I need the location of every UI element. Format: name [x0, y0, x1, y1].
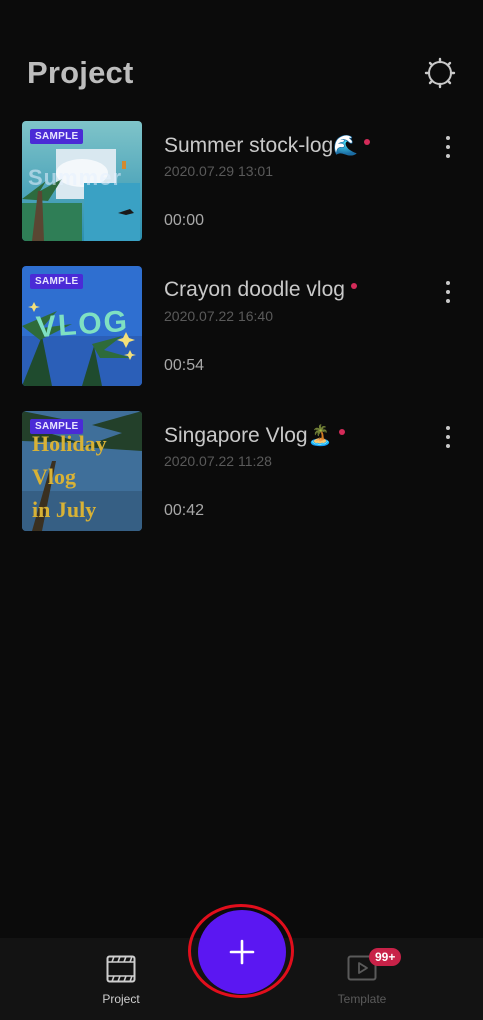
project-item[interactable]: SAMPLE Summer Summer stock-log🌊 2020.07.… [0, 121, 483, 243]
more-options-button[interactable] [436, 278, 460, 306]
project-title: Crayon doodle vlog [164, 278, 357, 302]
sample-badge: SAMPLE [30, 274, 84, 289]
project-thumbnail[interactable]: SAMPLE VLOG [22, 266, 142, 386]
nav-tab-project[interactable]: Project [81, 955, 161, 1006]
unread-dot [350, 283, 357, 290]
template-count-badge: 99+ [369, 948, 402, 966]
project-thumbnail[interactable]: SAMPLE Summer [22, 121, 142, 241]
project-duration: 00:42 [164, 502, 205, 519]
more-vertical-icon [446, 426, 450, 430]
project-name: Summer stock-log [164, 134, 334, 157]
project-thumbnail[interactable]: SAMPLE Holiday Vlog in July [22, 411, 142, 531]
project-item[interactable]: SAMPLE Holiday Vlog in July Singapore Vl… [0, 411, 483, 533]
project-name: Singapore Vlog [164, 424, 308, 447]
gear-icon [424, 57, 456, 89]
wave-emoji: 🌊 [333, 135, 359, 157]
more-vertical-icon [446, 281, 450, 285]
sample-badge: SAMPLE [30, 129, 84, 144]
thumbnail-caption: VLOG [34, 304, 131, 345]
more-options-button[interactable] [436, 423, 460, 451]
more-vertical-icon [446, 136, 450, 140]
page-title: Project [27, 55, 134, 90]
project-duration: 00:54 [164, 357, 205, 374]
new-project-button[interactable] [198, 910, 286, 994]
settings-button[interactable] [423, 56, 457, 90]
project-date: 2020.07.29 13:01 [164, 163, 273, 179]
nav-tab-template-label: Template [337, 992, 387, 1006]
project-title: Summer stock-log🌊 [164, 133, 371, 158]
project-name: Crayon doodle vlog [164, 278, 345, 301]
project-title: Singapore Vlog🏝️ [164, 423, 345, 448]
project-date: 2020.07.22 16:40 [164, 308, 273, 324]
plus-icon [229, 939, 255, 965]
thumbnail-caption: Summer [28, 165, 123, 190]
more-options-button[interactable] [436, 133, 460, 161]
film-icon [106, 955, 136, 983]
thumbnail-caption: Holiday Vlog in July [32, 431, 107, 522]
project-date: 2020.07.22 11:28 [164, 453, 272, 469]
unread-dot [364, 139, 371, 146]
project-item[interactable]: SAMPLE VLOG Crayon doodle vlog 2020.07.2… [0, 266, 483, 388]
nav-tab-project-label: Project [102, 992, 140, 1006]
project-duration: 00:00 [164, 212, 205, 229]
island-emoji: 🏝️ [307, 425, 333, 447]
unread-dot [338, 429, 345, 436]
